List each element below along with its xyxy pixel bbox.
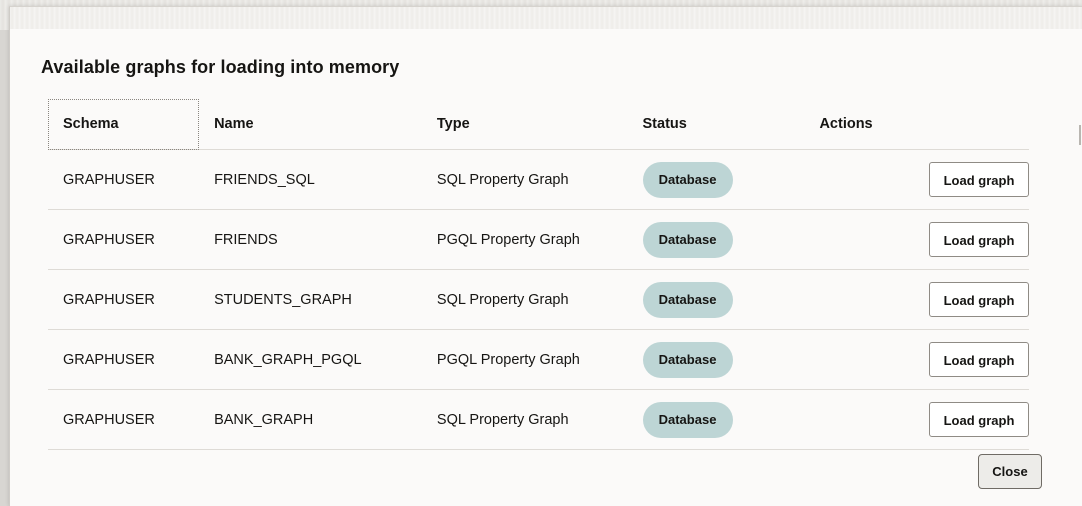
column-header-schema[interactable]: Schema bbox=[48, 99, 200, 150]
load-graph-button[interactable]: Load graph bbox=[929, 342, 1029, 377]
status-badge: Database bbox=[642, 221, 733, 258]
cell-schema: GRAPHUSER bbox=[48, 149, 200, 210]
load-graph-button[interactable]: Load graph bbox=[929, 162, 1029, 197]
dialog-title: Available graphs for loading into memory bbox=[41, 57, 400, 77]
cell-status: Database bbox=[637, 209, 783, 270]
load-graph-button[interactable]: Load graph bbox=[929, 402, 1029, 437]
table-row: GRAPHUSER BANK_GRAPH_PGQL PGQL Property … bbox=[48, 329, 1029, 390]
cell-status: Database bbox=[637, 149, 783, 210]
cell-actions: Load graph bbox=[782, 389, 1029, 450]
cell-schema: GRAPHUSER bbox=[48, 329, 200, 390]
column-header-status[interactable]: Status bbox=[637, 99, 783, 150]
cell-name: FRIENDS bbox=[199, 209, 422, 270]
cell-type: SQL Property Graph bbox=[421, 149, 638, 210]
table-row: GRAPHUSER FRIENDS PGQL Property Graph Da… bbox=[48, 209, 1029, 270]
cell-actions: Load graph bbox=[782, 269, 1029, 330]
graphs-table: Schema Name Type Status Actions GRAPHUSE… bbox=[48, 99, 1029, 450]
column-header-type[interactable]: Type bbox=[421, 99, 638, 150]
status-badge: Database bbox=[642, 161, 733, 198]
cell-name: FRIENDS_SQL bbox=[199, 149, 422, 210]
cell-name: BANK_GRAPH_PGQL bbox=[199, 329, 422, 390]
status-badge: Database bbox=[642, 401, 733, 438]
cell-schema: GRAPHUSER bbox=[48, 269, 200, 330]
status-badge: Database bbox=[642, 341, 733, 378]
cell-type: PGQL Property Graph bbox=[421, 209, 638, 270]
table-row: GRAPHUSER FRIENDS_SQL SQL Property Graph… bbox=[48, 149, 1029, 210]
cell-status: Database bbox=[637, 389, 783, 450]
table-row: GRAPHUSER BANK_GRAPH SQL Property Graph … bbox=[48, 389, 1029, 450]
cell-actions: Load graph bbox=[782, 149, 1029, 210]
table-row: GRAPHUSER STUDENTS_GRAPH SQL Property Gr… bbox=[48, 269, 1029, 330]
cell-schema: GRAPHUSER bbox=[48, 209, 200, 270]
cell-name: BANK_GRAPH bbox=[199, 389, 422, 450]
cell-name: STUDENTS_GRAPH bbox=[199, 269, 422, 330]
cell-status: Database bbox=[637, 329, 783, 390]
load-graph-button[interactable]: Load graph bbox=[929, 222, 1029, 257]
cell-type: SQL Property Graph bbox=[421, 269, 638, 330]
column-header-actions: Actions bbox=[782, 99, 1029, 150]
scroll-edge-marker bbox=[1079, 125, 1081, 145]
cell-status: Database bbox=[637, 269, 783, 330]
dialog-header-band bbox=[10, 7, 1082, 29]
cell-schema: GRAPHUSER bbox=[48, 389, 200, 450]
cell-type: SQL Property Graph bbox=[421, 389, 638, 450]
cell-type: PGQL Property Graph bbox=[421, 329, 638, 390]
close-button[interactable]: Close bbox=[978, 454, 1042, 489]
load-graphs-dialog: Available graphs for loading into memory… bbox=[9, 6, 1082, 506]
column-header-name[interactable]: Name bbox=[199, 99, 422, 150]
table-header-row: Schema Name Type Status Actions bbox=[48, 99, 1029, 150]
load-graph-button[interactable]: Load graph bbox=[929, 282, 1029, 317]
status-badge: Database bbox=[642, 281, 733, 318]
cell-actions: Load graph bbox=[782, 329, 1029, 390]
cell-actions: Load graph bbox=[782, 209, 1029, 270]
